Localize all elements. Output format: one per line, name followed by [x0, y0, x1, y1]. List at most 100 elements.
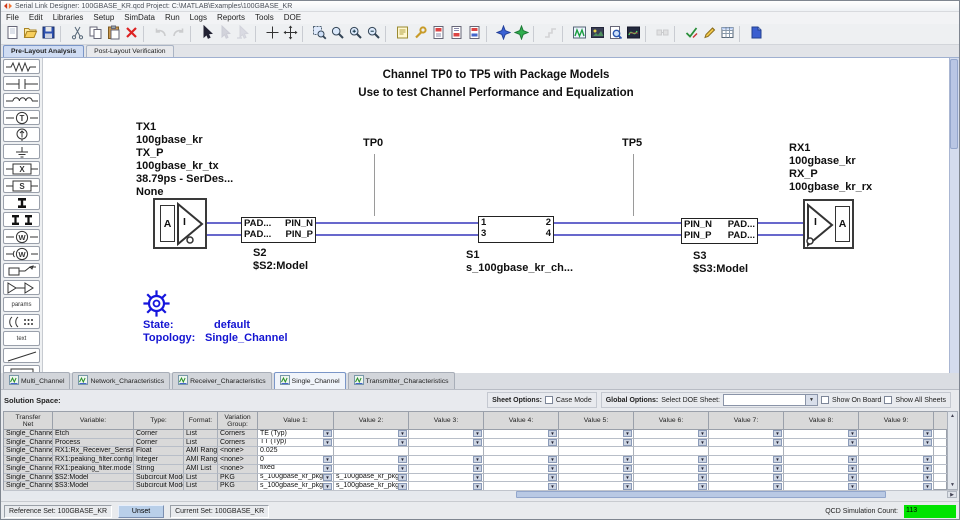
paste-button[interactable]: [104, 25, 122, 43]
palette-line-draw-button[interactable]: [3, 348, 40, 363]
table-row[interactable]: Single_ChannelRX1:Rx_Receiver_Sensitivit…: [4, 447, 946, 456]
chevron-down-icon[interactable]: ▼: [548, 439, 557, 446]
value-cell[interactable]: ▼: [484, 456, 559, 465]
value-cell[interactable]: s_100gbase_kr_pkg...▼: [334, 474, 409, 483]
value-cell[interactable]: 0.025: [258, 447, 334, 456]
value-cell[interactable]: ▼: [559, 439, 634, 448]
palette-w-line-button[interactable]: W: [3, 229, 40, 244]
value-cell[interactable]: ▼: [484, 465, 559, 474]
sheet-tab-transmitter_characteristics[interactable]: Transmitter_Characteristics: [348, 372, 455, 389]
value-cell[interactable]: [634, 447, 709, 456]
chevron-down-icon[interactable]: ▼: [473, 483, 482, 490]
waveform-viewer-button[interactable]: [570, 25, 588, 43]
chevron-down-icon[interactable]: ▼: [473, 439, 482, 446]
chevron-down-icon[interactable]: ▼: [323, 456, 332, 463]
wire-s2-s1-n[interactable]: [316, 222, 478, 224]
run-sim-2-button[interactable]: [512, 25, 530, 43]
chevron-down-icon[interactable]: ▼: [848, 465, 857, 472]
table-row[interactable]: Single_Channel$S2:ModelSubcircuit ModelL…: [4, 474, 946, 483]
value-cell[interactable]: ▼: [559, 456, 634, 465]
menu-reports[interactable]: Reports: [212, 12, 250, 24]
chevron-down-icon[interactable]: ▼: [773, 465, 782, 472]
value-cell[interactable]: ▼: [334, 439, 409, 448]
delete-button[interactable]: [122, 25, 140, 43]
value-cell[interactable]: ▼: [784, 430, 859, 439]
s3-block[interactable]: PIN_NPAD... PIN_PPAD...: [681, 218, 758, 244]
table-row[interactable]: Single_ChannelEtchCornerListCornersTE (T…: [4, 430, 946, 439]
value-cell[interactable]: ▼: [784, 456, 859, 465]
chevron-down-icon[interactable]: ▼: [398, 456, 407, 463]
image-viewer-button[interactable]: [588, 25, 606, 43]
chevron-down-icon[interactable]: ▼: [398, 483, 407, 490]
chevron-down-icon[interactable]: ▼: [398, 439, 407, 446]
wire-s3-rx-n[interactable]: [758, 222, 803, 224]
chevron-down-icon[interactable]: ▼: [548, 456, 557, 463]
chevron-down-icon[interactable]: ▼: [473, 430, 482, 437]
chevron-down-icon[interactable]: ▼: [773, 439, 782, 446]
value-cell[interactable]: ▼: [859, 474, 934, 483]
value-cell[interactable]: [559, 447, 634, 456]
chevron-down-icon[interactable]: ▼: [848, 483, 857, 490]
wrench-tool-button[interactable]: [411, 25, 429, 43]
chevron-down-icon[interactable]: ▼: [698, 483, 707, 490]
cut-button[interactable]: [68, 25, 86, 43]
sheet-edit-button[interactable]: [393, 25, 411, 43]
value-cell[interactable]: s_100gbase_kr_pkg...▼: [258, 474, 334, 483]
chevron-down-icon[interactable]: ▼: [548, 465, 557, 472]
wire-s2-s1-p[interactable]: [316, 234, 478, 236]
value-cell[interactable]: ▼: [634, 474, 709, 483]
chevron-down-icon[interactable]: ▼: [473, 474, 482, 481]
move-button[interactable]: [281, 25, 299, 43]
chevron-down-icon[interactable]: ▼: [398, 430, 407, 437]
table-edit-button[interactable]: [718, 25, 736, 43]
wire-s1-s3-p[interactable]: [554, 234, 681, 236]
chevron-down-icon[interactable]: ▼: [848, 430, 857, 437]
chevron-down-icon[interactable]: ▼: [923, 439, 932, 446]
value-cell[interactable]: ▼: [409, 474, 484, 483]
zoom-in-button[interactable]: [346, 25, 364, 43]
value-cell[interactable]: ▼: [484, 474, 559, 483]
sheet-tab-multi_channel[interactable]: Multi_Channel: [3, 372, 70, 389]
chevron-down-icon[interactable]: ▼: [923, 456, 932, 463]
doc-model-1-button[interactable]: [429, 25, 447, 43]
menu-logs[interactable]: Logs: [185, 12, 212, 24]
open-folder-button[interactable]: [21, 25, 39, 43]
value-cell[interactable]: ▼: [784, 474, 859, 483]
tab-post-layout-verification[interactable]: Post-Layout Verification: [86, 45, 173, 57]
value-cell[interactable]: [334, 447, 409, 456]
select-arrow-button[interactable]: [198, 25, 216, 43]
palette-buffer-pair-button[interactable]: [3, 280, 40, 295]
pencil-edit-button[interactable]: [700, 25, 718, 43]
schematic-canvas[interactable]: Channel TP0 to TP5 with Package Models U…: [43, 58, 949, 373]
value-cell[interactable]: ▼: [334, 430, 409, 439]
value-cell[interactable]: ▼: [634, 456, 709, 465]
doc-model-3-button[interactable]: [465, 25, 483, 43]
value-cell[interactable]: ▼: [784, 465, 859, 474]
value-cell[interactable]: ▼: [859, 456, 934, 465]
value-cell[interactable]: ▼: [559, 430, 634, 439]
value-cell[interactable]: [409, 447, 484, 456]
chevron-down-icon[interactable]: ▼: [548, 483, 557, 490]
s2-block[interactable]: PAD...PIN_N PAD...PIN_P: [241, 217, 316, 243]
chevron-down-icon[interactable]: ▼: [848, 474, 857, 481]
sheet-tab-receiver_characteristics[interactable]: Receiver_Characteristics: [172, 372, 272, 389]
chevron-down-icon[interactable]: ▼: [773, 474, 782, 481]
chevron-down-icon[interactable]: ▼: [923, 483, 932, 490]
show-all-sheets-checkbox[interactable]: [884, 396, 892, 404]
scroll-up-icon[interactable]: ▲: [950, 412, 955, 420]
canvas-scrollbar-thumb[interactable]: [950, 59, 958, 149]
menu-simdata[interactable]: SimData: [119, 12, 160, 24]
chevron-down-icon[interactable]: ▼: [623, 474, 632, 481]
value-cell[interactable]: TE (Typ)▼: [258, 430, 334, 439]
hscrollbar-thumb[interactable]: [516, 491, 886, 498]
value-cell[interactable]: ▼: [334, 465, 409, 474]
sheet-tab-single_channel[interactable]: Single_Channel: [274, 372, 346, 389]
chevron-down-icon[interactable]: ▼: [773, 430, 782, 437]
show-on-board-checkbox[interactable]: [821, 396, 829, 404]
value-cell[interactable]: ▼: [409, 465, 484, 474]
value-cell[interactable]: [784, 447, 859, 456]
check-edit-button[interactable]: [682, 25, 700, 43]
zoom-out-button[interactable]: [364, 25, 382, 43]
wire-s1-s3-n[interactable]: [554, 222, 681, 224]
palette-via-single-button[interactable]: [3, 195, 40, 210]
